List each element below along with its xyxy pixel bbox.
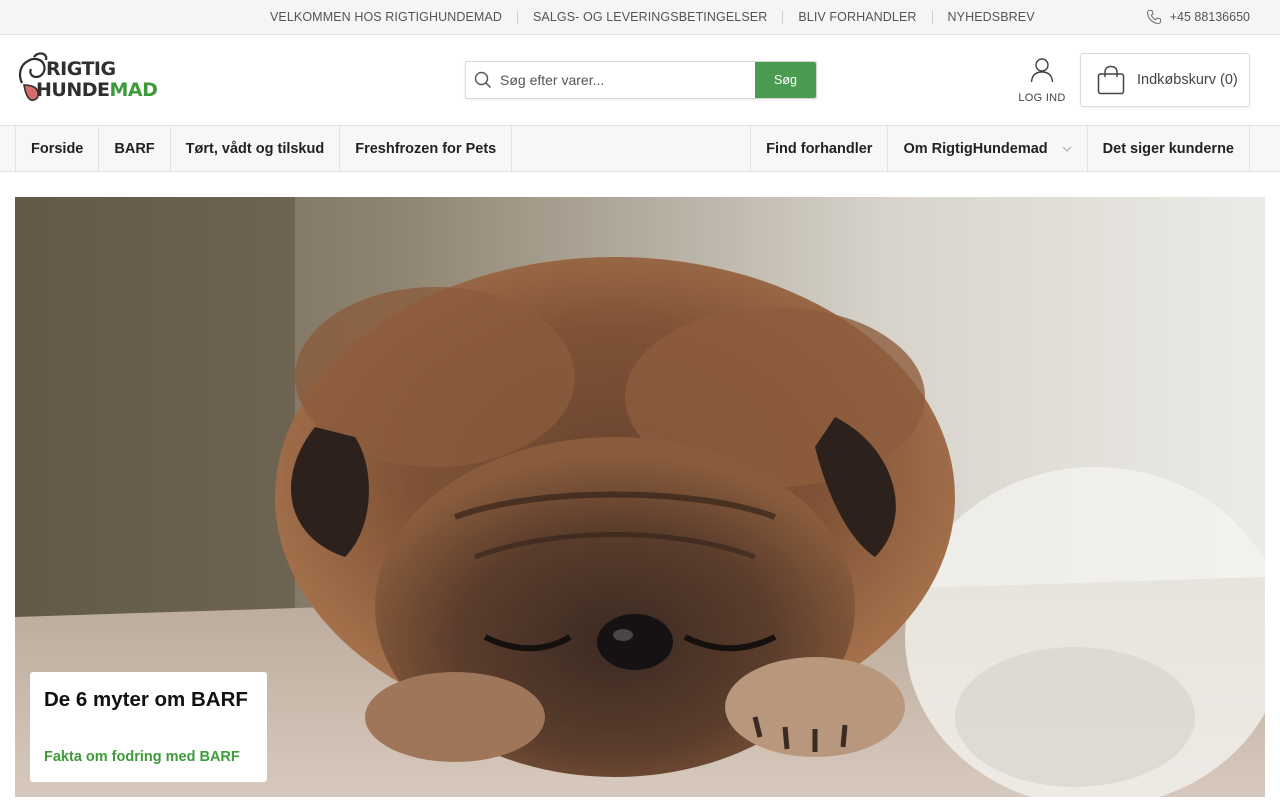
search-bar: Søg: [465, 61, 817, 99]
top-link-become-dealer[interactable]: BLIV FORHANDLER: [782, 10, 931, 24]
top-link-terms[interactable]: SALGS- OG LEVERINGSBETINGELSER: [517, 10, 782, 24]
nav-item-barf[interactable]: BARF: [99, 126, 171, 172]
phone-icon: [1146, 9, 1161, 25]
site-header: RIGTIG HUNDEMAD Søg LOG IND Indkøbskurv …: [0, 35, 1280, 126]
logo-line-2b: MAD: [109, 79, 158, 101]
site-logo[interactable]: RIGTIG HUNDEMAD: [16, 51, 166, 111]
nav-item-about[interactable]: Om RigtigHundemad: [888, 126, 1088, 172]
logo-line-1: RIGTIG: [46, 58, 116, 80]
nav-item-freshfrozen[interactable]: Freshfrozen for Pets: [340, 126, 513, 172]
search-icon: [466, 62, 500, 98]
login-label: LOG IND: [1018, 92, 1066, 104]
cart-label: Indkøbskurv (0): [1137, 72, 1238, 88]
top-link-newsletter[interactable]: NYHEDSBREV: [931, 10, 1050, 24]
top-links: VELKOMMEN HOS RIGTIGHUNDEMAD SALGS- OG L…: [255, 0, 1050, 34]
logo-line-2a: HUNDE: [36, 79, 110, 101]
nav-item-find-dealer[interactable]: Find forhandler: [750, 126, 889, 172]
search-button[interactable]: Søg: [755, 62, 816, 98]
chevron-down-icon: [1062, 144, 1072, 155]
logo-wordmark: RIGTIG HUNDEMAD: [36, 58, 158, 101]
nav-item-dry-wet-supplements[interactable]: Tørt, vådt og tilskud: [171, 126, 341, 172]
nav-item-about-label: Om RigtigHundemad: [903, 141, 1048, 157]
phone-contact[interactable]: +45 88136650: [1146, 0, 1250, 34]
nav-item-forside[interactable]: Forside: [15, 126, 100, 172]
top-bar: VELKOMMEN HOS RIGTIGHUNDEMAD SALGS- OG L…: [0, 0, 1280, 35]
login-button[interactable]: LOG IND: [1012, 57, 1072, 104]
cart-button[interactable]: Indkøbskurv (0): [1080, 53, 1250, 107]
hero-link[interactable]: Fakta om fodring med BARF: [44, 749, 240, 765]
user-icon: [1030, 58, 1054, 83]
phone-number: +45 88136650: [1169, 10, 1250, 24]
search-input[interactable]: [500, 62, 755, 98]
hero-title: De 6 myter om BARF: [44, 688, 248, 711]
shopping-bag-icon: [1097, 65, 1125, 95]
hero-caption-card[interactable]: De 6 myter om BARF Fakta om fodring med …: [30, 672, 267, 782]
top-link-welcome[interactable]: VELKOMMEN HOS RIGTIGHUNDEMAD: [255, 10, 517, 24]
main-nav: Forside BARF Tørt, vådt og tilskud Fresh…: [0, 126, 1280, 172]
nav-item-testimonials[interactable]: Det siger kunderne: [1088, 126, 1250, 172]
